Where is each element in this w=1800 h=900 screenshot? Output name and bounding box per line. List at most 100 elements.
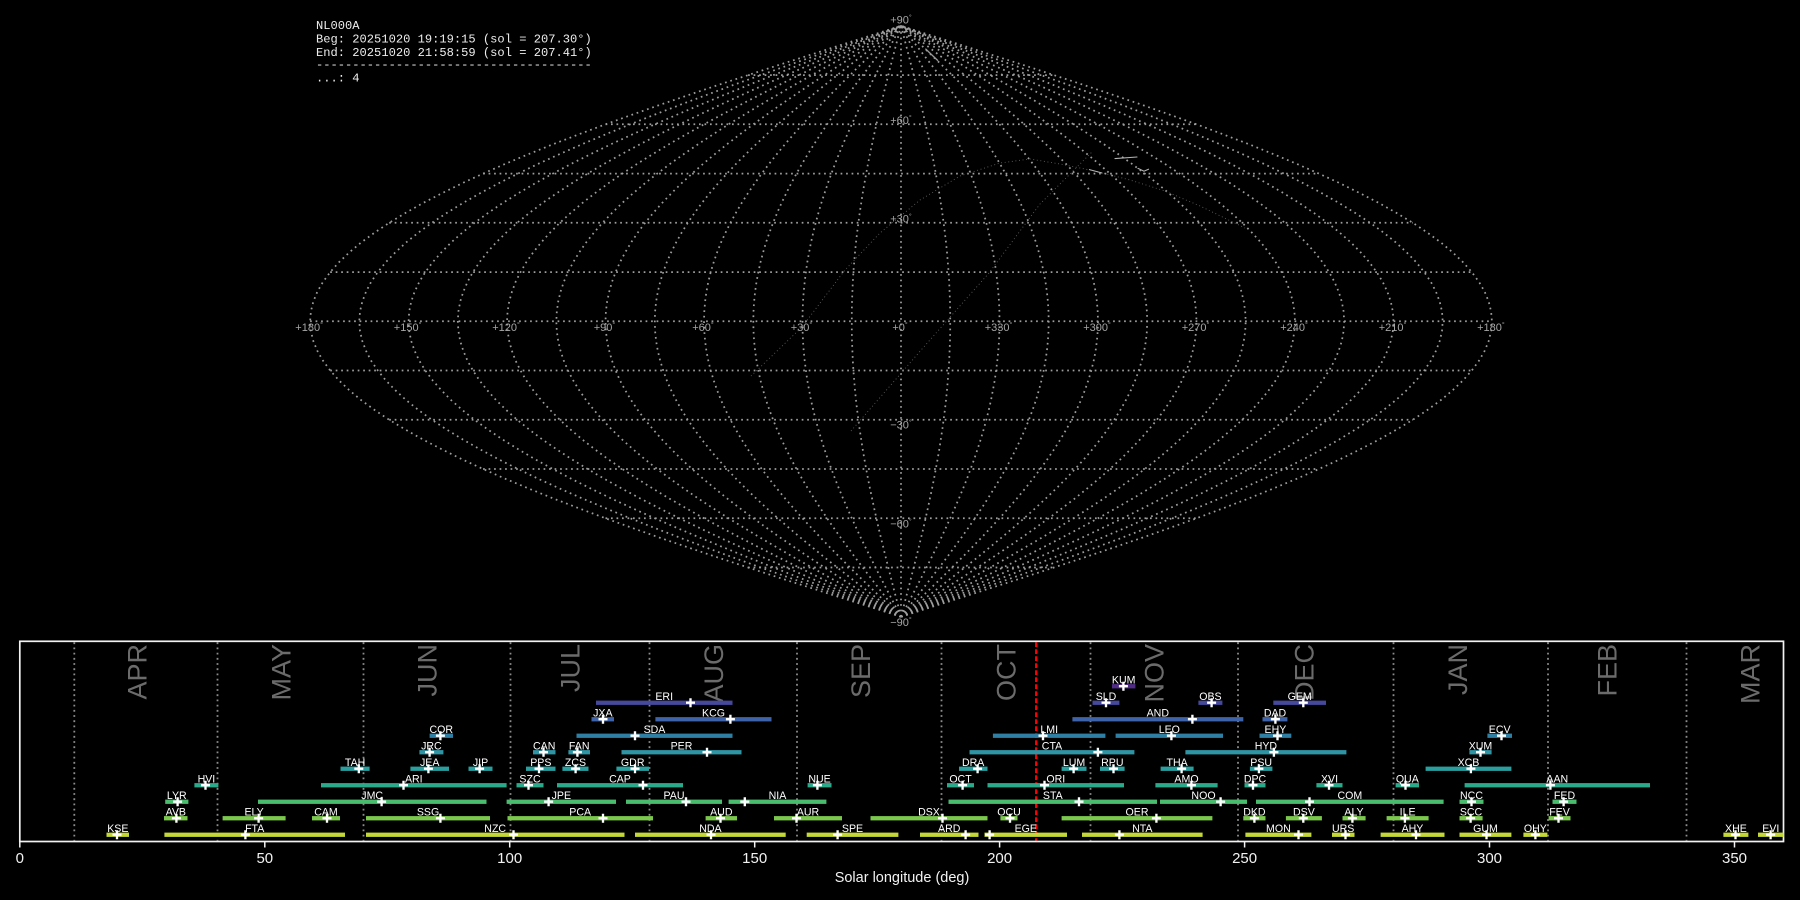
svg-text:CTA: CTA [1042, 741, 1063, 753]
svg-text:SSG: SSG [417, 807, 439, 819]
svg-text:Beg: 20251020 19:19:15 (sol =: Beg: 20251020 19:19:15 (sol = 207.30°) [316, 33, 592, 47]
svg-text:NUE: NUE [808, 774, 830, 786]
svg-text:CAP: CAP [609, 774, 631, 786]
svg-text:PSU: PSU [1250, 757, 1272, 769]
svg-text:ILE: ILE [1400, 807, 1416, 819]
svg-text:JAN: JAN [1443, 644, 1473, 695]
svg-text:XUM: XUM [1469, 741, 1493, 753]
svg-text:NZC: NZC [484, 823, 506, 835]
svg-text:+270°: +270° [1182, 321, 1210, 334]
svg-text:+180°: +180° [295, 321, 323, 334]
svg-text:PER: PER [671, 741, 693, 753]
svg-text:EHY: EHY [1265, 724, 1287, 736]
svg-text:+180°: +180° [1477, 321, 1505, 334]
svg-text:GDR: GDR [621, 757, 645, 769]
svg-text:Solar longitude (deg): Solar longitude (deg) [835, 870, 970, 886]
svg-text:ORI: ORI [1046, 774, 1065, 786]
svg-text:100: 100 [497, 850, 522, 867]
svg-text:LEO: LEO [1159, 724, 1180, 736]
svg-text:AHY: AHY [1402, 823, 1424, 835]
svg-text:NL000A: NL000A [316, 19, 360, 33]
svg-text:−90°: −90° [890, 616, 912, 629]
svg-text:RPU: RPU [1101, 757, 1123, 769]
svg-text:PPS: PPS [530, 757, 551, 769]
svg-text:XCB: XCB [1458, 757, 1480, 769]
svg-text:AUR: AUR [797, 807, 820, 819]
svg-text:+0°: +0° [892, 321, 908, 334]
svg-text:ZCS: ZCS [565, 757, 586, 769]
svg-text:ARD: ARD [938, 823, 961, 835]
svg-text:+60°: +60° [890, 114, 912, 127]
svg-text:COR: COR [430, 724, 454, 736]
svg-text:FED: FED [1554, 790, 1576, 802]
svg-text:AMO: AMO [1174, 774, 1198, 786]
svg-text:+30°: +30° [890, 213, 912, 226]
svg-text:DSV: DSV [1293, 807, 1316, 819]
svg-text:ERI: ERI [655, 691, 673, 703]
svg-text:...: 4: ...: 4 [316, 71, 360, 85]
svg-text:FEV: FEV [1549, 807, 1571, 819]
svg-text:DKD: DKD [1243, 807, 1266, 819]
svg-text:OER: OER [1126, 807, 1149, 819]
svg-text:MAR: MAR [1736, 644, 1766, 704]
svg-text:GEM: GEM [1288, 691, 1312, 703]
svg-text:THA: THA [1167, 757, 1189, 769]
svg-text:JRC: JRC [421, 741, 442, 753]
svg-text:PAU: PAU [664, 790, 685, 802]
svg-text:NOV: NOV [1139, 644, 1169, 703]
svg-text:QUA: QUA [1396, 774, 1420, 786]
svg-text:NOO: NOO [1191, 790, 1215, 802]
svg-text:NDA: NDA [699, 823, 722, 835]
svg-text:+240°: +240° [1280, 321, 1308, 334]
svg-text:NIA: NIA [769, 790, 788, 802]
svg-text:+300°: +300° [1083, 321, 1111, 334]
svg-text:250: 250 [1232, 850, 1257, 867]
svg-text:HYD: HYD [1255, 741, 1278, 753]
svg-text:200: 200 [987, 850, 1012, 867]
svg-text:OCT: OCT [949, 774, 972, 786]
svg-text:AUD: AUD [710, 807, 733, 819]
svg-text:XVI: XVI [1321, 774, 1338, 786]
svg-text:XHE: XHE [1725, 823, 1747, 835]
svg-text:SLD: SLD [1096, 691, 1117, 703]
svg-text:+150°: +150° [394, 321, 422, 334]
svg-text:STA: STA [1043, 790, 1064, 802]
svg-text:ELY: ELY [244, 807, 263, 819]
svg-text:CAN: CAN [533, 741, 555, 753]
svg-text:AUG: AUG [699, 644, 729, 703]
svg-text:ECV: ECV [1489, 724, 1512, 736]
svg-text:SPE: SPE [842, 823, 863, 835]
svg-text:NCC: NCC [1460, 790, 1483, 802]
svg-text:SCC: SCC [1460, 807, 1483, 819]
svg-text:PCA: PCA [569, 807, 592, 819]
svg-text:AND: AND [1147, 708, 1170, 720]
svg-text:MON: MON [1266, 823, 1291, 835]
svg-text:50: 50 [256, 850, 273, 867]
svg-text:EVI: EVI [1762, 823, 1779, 835]
svg-text:SDA: SDA [644, 724, 667, 736]
svg-text:KUM: KUM [1112, 675, 1136, 687]
svg-text:JMC: JMC [361, 790, 383, 802]
svg-text:+120°: +120° [492, 321, 520, 334]
svg-text:JEA: JEA [420, 757, 440, 769]
svg-text:NTA: NTA [1132, 823, 1153, 835]
svg-text:SZC: SZC [519, 774, 541, 786]
svg-text:0: 0 [16, 850, 24, 867]
svg-text:OHY: OHY [1524, 823, 1547, 835]
svg-text:DSX: DSX [918, 807, 940, 819]
svg-text:ALY: ALY [1344, 807, 1363, 819]
svg-text:LYR: LYR [167, 790, 187, 802]
svg-text:−60°: −60° [890, 518, 912, 531]
svg-text:LUM: LUM [1063, 757, 1085, 769]
svg-text:JPE: JPE [552, 790, 571, 802]
svg-text:+210°: +210° [1379, 321, 1407, 334]
svg-text:−30°: −30° [890, 419, 912, 432]
svg-text:HVI: HVI [198, 774, 216, 786]
svg-text:KCG: KCG [702, 708, 725, 720]
svg-text:GUM: GUM [1473, 823, 1498, 835]
svg-text:TAH: TAH [345, 757, 365, 769]
svg-text:APR: APR [123, 644, 153, 700]
svg-text:CAM: CAM [314, 807, 338, 819]
svg-text:350: 350 [1722, 850, 1747, 867]
svg-text:KSE: KSE [107, 823, 128, 835]
